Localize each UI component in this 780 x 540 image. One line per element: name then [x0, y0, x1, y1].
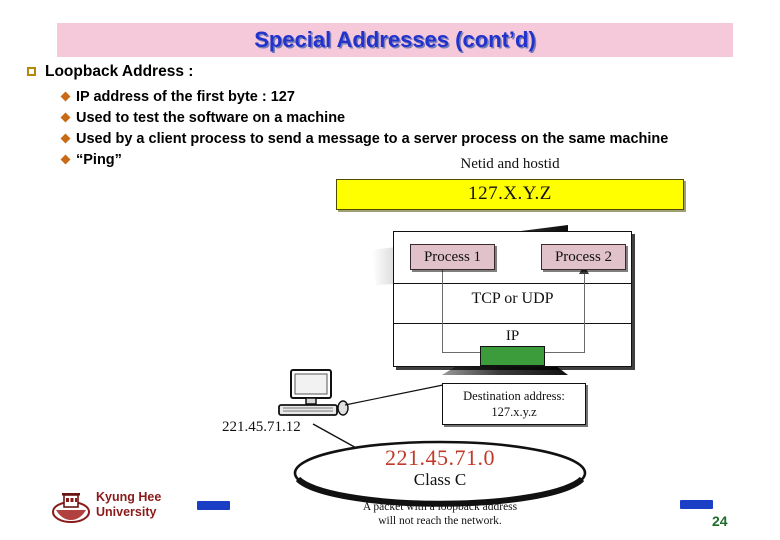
stack-divider — [394, 283, 631, 284]
destination-address-value: 127.x.y.z — [491, 405, 537, 419]
transport-layer-label: TCP or UDP — [471, 290, 554, 307]
netid-hostid-label: Netid and hostid — [460, 156, 560, 172]
destination-address-box: Destination address: 127.x.y.z — [442, 383, 586, 425]
process-1-box: Process 1 — [410, 244, 495, 270]
loopback-diagram: Netid and hostid 127.X.Y.Z Process 1 Pro… — [0, 0, 780, 540]
network-address-label: 221.45.71.0 — [385, 445, 495, 470]
university-name: Kyung Hee University — [96, 490, 161, 520]
loopback-block — [480, 346, 545, 366]
caption-line-2: will not reach the network. — [378, 515, 502, 527]
protocol-stack-box: Process 1 Process 2 TCP or UDP IP — [393, 231, 632, 367]
university-name-line-1: Kyung Hee — [96, 490, 162, 504]
process-2-box: Process 2 — [541, 244, 626, 270]
computer-icon — [278, 369, 349, 416]
page-number: 24 — [712, 513, 728, 529]
footer-accent-bar-right — [680, 500, 713, 509]
network-layer-label: IP — [505, 328, 520, 344]
slide-canvas: Special Addresses (cont’d) Loopback Addr… — [0, 0, 780, 540]
network-class-label: Class C — [413, 470, 467, 489]
address-box: 127.X.Y.Z — [336, 179, 684, 210]
footer-accent-bar-left — [197, 501, 230, 510]
university-name-line-2: University — [96, 505, 157, 519]
address-box-value: 127.X.Y.Z — [468, 183, 552, 204]
diagram-caption: A packet with a loopback address will no… — [300, 500, 580, 528]
stack-divider — [394, 323, 631, 324]
university-crest-icon — [52, 493, 90, 523]
destination-address-label: Destination address: — [463, 389, 565, 403]
host-address-label: 221.45.71.12 — [222, 419, 301, 435]
caption-line-1: A packet with a loopback address — [362, 501, 518, 513]
